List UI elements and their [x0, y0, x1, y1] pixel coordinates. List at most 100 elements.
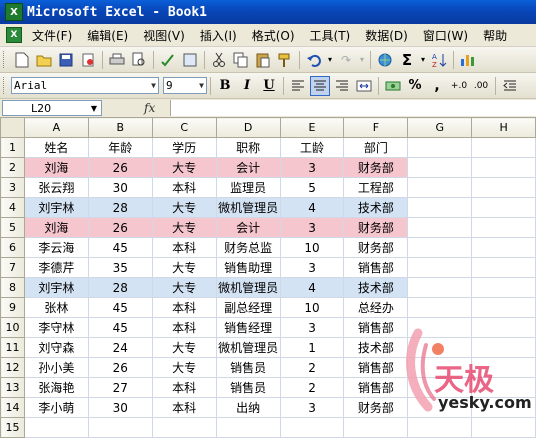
menu-tools[interactable]: 工具(T) [310, 27, 351, 44]
toolbar-grip[interactable] [3, 77, 7, 94]
column-header-a[interactable]: A [23, 117, 89, 138]
cell-c3[interactable]: 本科 [151, 177, 217, 198]
menu-format[interactable]: 格式(O) [252, 27, 295, 44]
cell-a9[interactable]: 张林 [23, 297, 89, 318]
cell-h12[interactable] [471, 357, 536, 378]
cell-d7[interactable]: 销售助理 [215, 257, 281, 278]
row-header[interactable]: 9 [0, 297, 25, 318]
cell-h1[interactable] [471, 137, 536, 158]
underline-button[interactable]: U [259, 76, 279, 96]
cell-e11[interactable]: 1 [279, 337, 345, 358]
row-header[interactable]: 14 [0, 397, 25, 418]
cell-f13[interactable]: 销售部 [343, 377, 409, 398]
cell-g15[interactable] [407, 417, 473, 438]
cell-d14[interactable]: 出纳 [215, 397, 281, 418]
italic-button[interactable]: I [237, 76, 257, 96]
menu-window[interactable]: 窗口(W) [423, 27, 468, 44]
cell-b7[interactable]: 35 [87, 257, 153, 278]
cell-b15[interactable] [87, 417, 153, 438]
row-header[interactable]: 7 [0, 257, 25, 278]
column-header-g[interactable]: G [407, 117, 473, 138]
cell-d11[interactable]: 微机管理员 [215, 337, 281, 358]
cell-e2[interactable]: 3 [279, 157, 345, 178]
cell-c2[interactable]: 大专 [151, 157, 217, 178]
autosum-icon[interactable]: Σ [397, 50, 417, 70]
spelling-icon[interactable] [158, 50, 178, 70]
cell-d3[interactable]: 监理员 [215, 177, 281, 198]
cell-d13[interactable]: 销售员 [215, 377, 281, 398]
cell-f14[interactable]: 财务部 [343, 397, 409, 418]
cell-d4[interactable]: 微机管理员 [215, 197, 281, 218]
cell-e14[interactable]: 3 [279, 397, 345, 418]
cut-icon[interactable] [209, 50, 229, 70]
column-header-b[interactable]: B [87, 117, 153, 138]
cell-e15[interactable] [279, 417, 345, 438]
undo-dropdown-icon[interactable]: ▾ [326, 50, 334, 70]
cell-e6[interactable]: 10 [279, 237, 345, 258]
undo-icon[interactable] [304, 50, 324, 70]
print-icon[interactable] [107, 50, 127, 70]
cell-a12[interactable]: 孙小美 [23, 357, 89, 378]
cell-d2[interactable]: 会计 [215, 157, 281, 178]
cell-g6[interactable] [407, 237, 473, 258]
permission-icon[interactable] [78, 50, 98, 70]
workbook-icon[interactable]: X [6, 27, 22, 43]
menu-edit[interactable]: 编辑(E) [87, 27, 128, 44]
redo-dropdown-icon[interactable]: ▾ [358, 50, 366, 70]
row-header[interactable]: 6 [0, 237, 25, 258]
increase-decimal-icon[interactable]: +.0 [449, 76, 469, 96]
copy-icon[interactable] [231, 50, 251, 70]
cell-c5[interactable]: 大专 [151, 217, 217, 238]
cell-f3[interactable]: 工程部 [343, 177, 409, 198]
cell-f5[interactable]: 财务部 [343, 217, 409, 238]
cell-d12[interactable]: 销售员 [215, 357, 281, 378]
row-header[interactable]: 10 [0, 317, 25, 338]
cell-b13[interactable]: 27 [87, 377, 153, 398]
cell-f8[interactable]: 技术部 [343, 277, 409, 298]
cell-e12[interactable]: 2 [279, 357, 345, 378]
decrease-decimal-icon[interactable]: .00 [471, 76, 491, 96]
cell-h8[interactable] [471, 277, 536, 298]
chevron-down-icon[interactable]: ▼ [91, 104, 97, 113]
cell-c8[interactable]: 大专 [151, 277, 217, 298]
cell-b6[interactable]: 45 [87, 237, 153, 258]
format-painter-icon[interactable] [275, 50, 295, 70]
menu-help[interactable]: 帮助 [483, 27, 507, 44]
row-header[interactable]: 1 [0, 137, 25, 158]
paste-icon[interactable] [253, 50, 273, 70]
save-icon[interactable] [56, 50, 76, 70]
cell-h2[interactable] [471, 157, 536, 178]
menu-insert[interactable]: 插入(I) [200, 27, 237, 44]
cell-g12[interactable] [407, 357, 473, 378]
cell-a7[interactable]: 李德芹 [23, 257, 89, 278]
cell-f6[interactable]: 财务部 [343, 237, 409, 258]
cell-h11[interactable] [471, 337, 536, 358]
cell-f11[interactable]: 技术部 [343, 337, 409, 358]
cell-h3[interactable] [471, 177, 536, 198]
cell-d8[interactable]: 微机管理员 [215, 277, 281, 298]
cell-a11[interactable]: 刘守森 [23, 337, 89, 358]
currency-icon[interactable] [383, 76, 403, 96]
comma-style-icon[interactable]: , [427, 76, 447, 96]
cell-b11[interactable]: 24 [87, 337, 153, 358]
cell-d1[interactable]: 职称 [215, 137, 281, 158]
menu-file[interactable]: 文件(F) [32, 27, 72, 44]
cell-b8[interactable]: 28 [87, 277, 153, 298]
cell-a13[interactable]: 张海艳 [23, 377, 89, 398]
research-icon[interactable] [180, 50, 200, 70]
align-center-icon[interactable] [310, 75, 330, 96]
row-header[interactable]: 5 [0, 217, 25, 238]
cell-e13[interactable]: 2 [279, 377, 345, 398]
cell-g11[interactable] [407, 337, 473, 358]
cell-a14[interactable]: 李小萌 [23, 397, 89, 418]
cell-f12[interactable]: 销售部 [343, 357, 409, 378]
row-header[interactable]: 4 [0, 197, 25, 218]
cell-a3[interactable]: 张云翔 [23, 177, 89, 198]
cell-h13[interactable] [471, 377, 536, 398]
print-preview-icon[interactable] [129, 50, 149, 70]
cell-e7[interactable]: 3 [279, 257, 345, 278]
cell-c4[interactable]: 大专 [151, 197, 217, 218]
cell-c14[interactable]: 本科 [151, 397, 217, 418]
row-header[interactable]: 13 [0, 377, 25, 398]
cell-b10[interactable]: 45 [87, 317, 153, 338]
